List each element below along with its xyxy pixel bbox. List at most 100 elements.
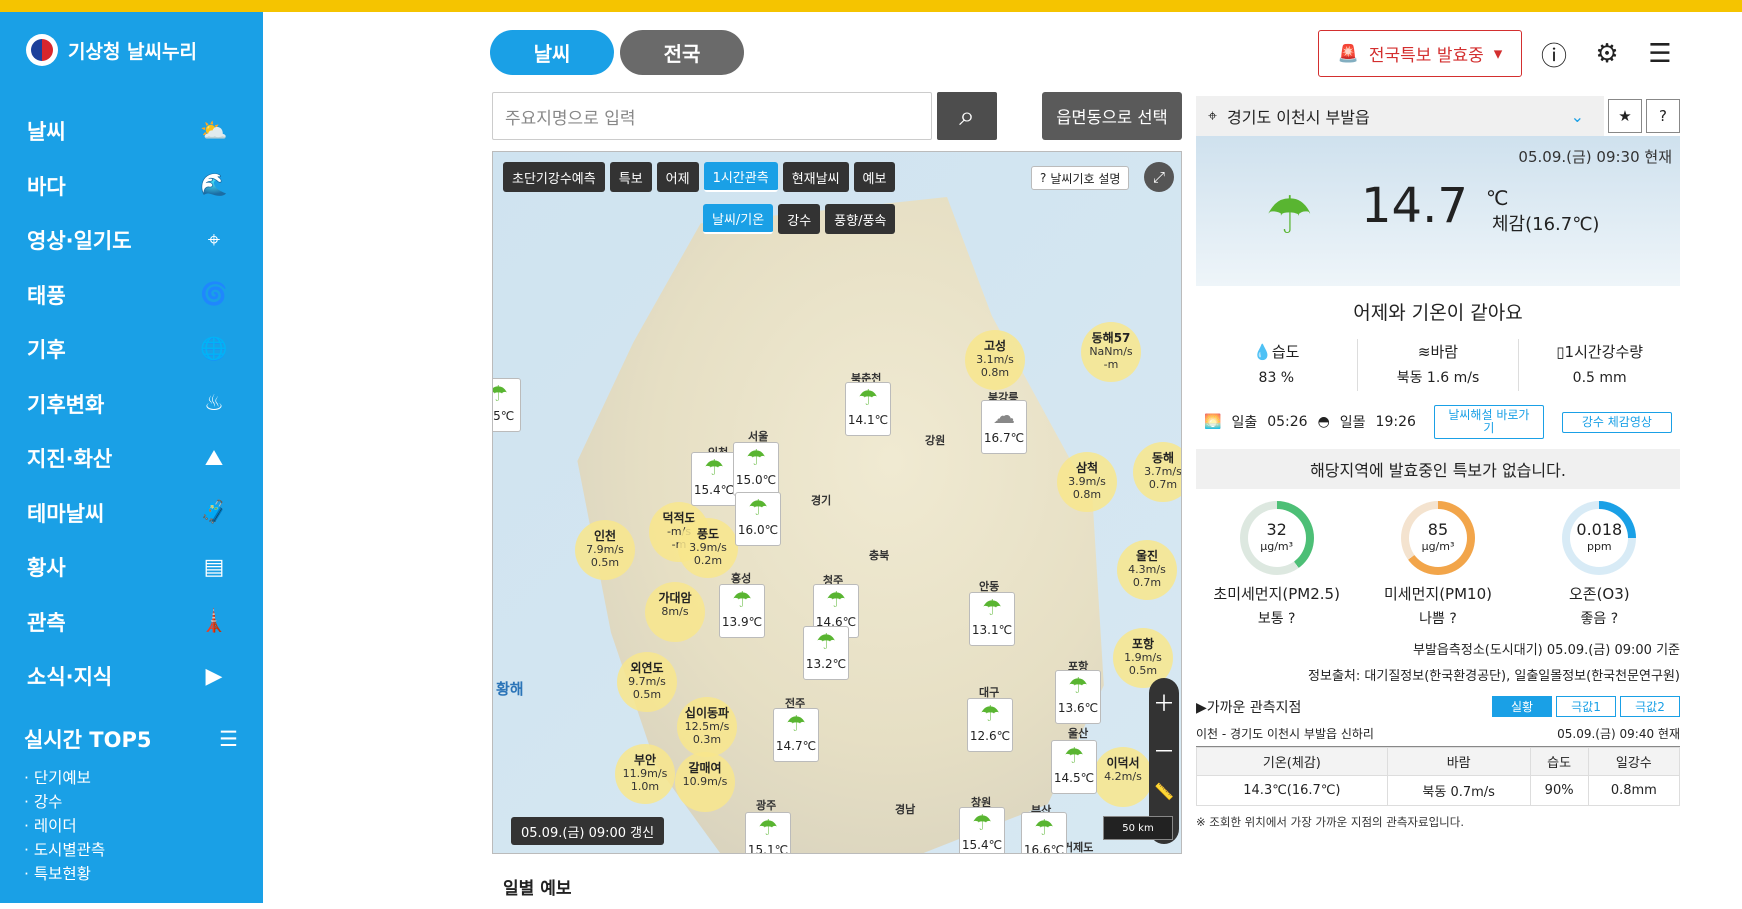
help-icon[interactable]: ?: [1449, 611, 1456, 627]
zoom-in-icon[interactable]: ＋: [1153, 686, 1175, 718]
sea-station[interactable]: 부안 11.9m/s 1.0m: [615, 744, 675, 804]
rain-video-button[interactable]: 강수 체감영상: [1561, 411, 1672, 433]
sea-station[interactable]: 울진 4.3m/s 0.7m: [1117, 540, 1177, 600]
sea-station[interactable]: 이덕서 4.2m/s: [1093, 747, 1153, 807]
obs-marker[interactable]: ☂1.5℃: [493, 378, 521, 432]
info-icon[interactable]: ⓘ: [1538, 38, 1570, 72]
obs-marker[interactable]: ☂ 14.1℃: [845, 382, 891, 436]
satellite-icon: ⌖: [207, 227, 221, 253]
help-icon[interactable]: ?: [1288, 611, 1295, 627]
map-subtab-rain[interactable]: 강수: [778, 204, 821, 234]
sea-station[interactable]: 가대암 8m/s: [645, 582, 705, 642]
marker-temp: 16.6℃: [1023, 843, 1065, 854]
sun-times: 🌅 일출 05:26 ◓ 일몰 19:26 날씨해설 바로가기 강수 체감영상: [1196, 405, 1680, 439]
tab-weather[interactable]: 날씨: [490, 30, 614, 75]
site-logo[interactable]: 기상청 날씨누리: [26, 34, 197, 66]
ruler-icon[interactable]: 📏: [1154, 782, 1174, 801]
top5-item[interactable]: · 도시별관측: [24, 838, 238, 862]
help-icon[interactable]: ?: [1646, 99, 1680, 133]
nav-item-weather[interactable]: 날씨 ⛅: [0, 104, 263, 159]
favorite-star-icon[interactable]: ★: [1608, 99, 1642, 133]
nav-item-climate[interactable]: 기후 🌐: [0, 322, 263, 377]
nav-item-dust[interactable]: 황사 ▤: [0, 540, 263, 595]
map-subtab-temp[interactable]: 날씨/기온: [703, 204, 774, 234]
map-tab-forecast[interactable]: 예보: [853, 162, 896, 192]
search-input[interactable]: 주요지명으로 입력: [492, 92, 932, 140]
umbrella-icon: ☂: [972, 811, 992, 836]
marker-temp: 15.0℃: [735, 473, 777, 487]
nav-item-typhoon[interactable]: 태풍 🌀: [0, 268, 263, 323]
obs-marker[interactable]: ☁ 16.7℃: [981, 400, 1027, 454]
region-select-button[interactable]: 읍면동으로 선택: [1042, 92, 1182, 140]
obs-marker[interactable]: ☂ 16.0℃: [735, 492, 781, 546]
sea-station[interactable]: 십이동파 12.5m/s 0.3m: [677, 697, 737, 757]
nationwide-alert-button[interactable]: 🚨 전국특보 발효중 ▾: [1318, 30, 1522, 77]
hamburger-menu-icon[interactable]: ☰: [1644, 38, 1676, 70]
obs-marker[interactable]: ☂ 15.4℃: [691, 452, 737, 506]
sea-station[interactable]: 동해57 NaNm/s -m: [1081, 322, 1141, 382]
map-subtab-wind[interactable]: 풍향/풍속: [825, 204, 896, 234]
sea-station[interactable]: 풍도 3.9m/s 0.2m: [678, 518, 738, 578]
obs-marker[interactable]: ☂ 13.1℃: [969, 592, 1015, 646]
nav-item-sea[interactable]: 바다 🌊: [0, 159, 263, 214]
update-time-badge: 05.09.(금) 09:00 갱신: [511, 817, 665, 845]
umbrella-icon: ☂: [786, 712, 806, 737]
obs-marker[interactable]: ☂ 14.5℃: [1051, 740, 1097, 794]
alert-label: 전국특보 발효중: [1368, 46, 1484, 66]
map-tabs: 초단기강수예측 특보 어제 1시간관측 현재날씨 예보: [503, 162, 896, 192]
zoom-out-icon[interactable]: －: [1153, 734, 1175, 766]
obs-marker[interactable]: ☂ 15.4℃: [959, 807, 1005, 853]
obs-marker[interactable]: ☂ 13.6℃: [1055, 670, 1101, 724]
nav-item-earthquake[interactable]: 지진·화산 ⛰: [0, 431, 263, 486]
top5-item[interactable]: · 레이더: [24, 814, 238, 838]
top5-item[interactable]: · 강수: [24, 790, 238, 814]
search-button[interactable]: ⌕: [937, 92, 997, 140]
obs-marker[interactable]: ☂ 15.1℃: [745, 812, 791, 853]
air-pm10[interactable]: 85 μg/m³ 미세먼지(PM10) 나쁨 ?: [1357, 501, 1518, 628]
map-tab-yesterday[interactable]: 어제: [656, 162, 699, 192]
obs-marker[interactable]: ☂ 12.6℃: [967, 698, 1013, 752]
top5-item[interactable]: · 단기예보: [24, 766, 238, 790]
obs-marker[interactable]: ☂ 16.6℃: [1021, 812, 1067, 854]
map-tab-nowcast[interactable]: 초단기강수예측: [503, 162, 605, 192]
sea-station[interactable]: 동해 3.7m/s 0.7m: [1133, 442, 1182, 502]
obs-marker[interactable]: ☂ 14.7℃: [773, 708, 819, 762]
gear-icon[interactable]: ⚙: [1591, 38, 1623, 70]
map-tab-warning[interactable]: 특보: [609, 162, 652, 192]
nav-item-observation[interactable]: 관측 🗼: [0, 595, 263, 650]
tab-extreme1[interactable]: 극값1: [1556, 696, 1616, 717]
station-wind: 3.7m/s: [1144, 465, 1182, 478]
sea-station[interactable]: 외연도 9.7m/s 0.5m: [617, 652, 677, 712]
legend-button[interactable]: ? 날씨기호 설명: [1031, 166, 1130, 190]
nav-item-theme[interactable]: 테마날씨 🧳: [0, 486, 263, 541]
map-tab-hourly-obs[interactable]: 1시간관측: [703, 162, 778, 192]
tab-extreme2[interactable]: 극값2: [1620, 696, 1680, 717]
nearby-station-header: ▶가까운 관측지점 실황 극값1 극값2: [1196, 696, 1680, 717]
sea-station[interactable]: 갈매여 10.9m/s: [675, 752, 735, 812]
tab-live[interactable]: 실황: [1492, 696, 1552, 717]
air-pm25[interactable]: 32 μg/m³ 초미세먼지(PM2.5) 보통 ?: [1196, 501, 1357, 628]
obs-marker[interactable]: ☂ 15.0℃: [733, 442, 779, 496]
nav-item-news[interactable]: 소식·지식 ▶: [0, 649, 263, 704]
external-link-icon[interactable]: ⤢: [1144, 162, 1174, 192]
weather-commentary-button[interactable]: 날씨해설 바로가기: [1433, 405, 1544, 439]
sea-station[interactable]: 고성 3.1m/s 0.8m: [965, 330, 1025, 390]
station-wind: 9.7m/s: [628, 675, 666, 688]
nav-item-climate-change[interactable]: 기후변화 ♨: [0, 377, 263, 432]
table-cell: 90%: [1529, 775, 1589, 806]
weather-map[interactable]: 초단기강수예측 특보 어제 1시간관측 현재날씨 예보 날씨/기온 강수 풍향/…: [492, 151, 1182, 854]
location-select[interactable]: ⌖ 경기도 이천시 부발읍 ⌄: [1196, 96, 1604, 136]
sea-station[interactable]: 삼척 3.9m/s 0.8m: [1057, 452, 1117, 512]
air-station: 부발읍측정소(도시대기) 05.09.(금) 09:00 기준: [1413, 643, 1680, 658]
nav-item-imagery[interactable]: 영상·일기도 ⌖: [0, 213, 263, 268]
station-wind: 3.1m/s: [976, 353, 1014, 366]
obs-marker[interactable]: ☂ 13.2℃: [803, 626, 849, 680]
tab-nation[interactable]: 전국: [620, 30, 744, 75]
map-tab-current[interactable]: 현재날씨: [782, 162, 849, 192]
obs-marker[interactable]: ☂ 13.9℃: [719, 584, 765, 638]
question-icon: ?: [1040, 171, 1047, 185]
sea-station[interactable]: 인천 7.9m/s 0.5m: [575, 520, 635, 580]
help-icon[interactable]: ?: [1611, 611, 1618, 627]
air-ozone[interactable]: 0.018 ppm 오존(O3) 좋음 ?: [1519, 501, 1680, 628]
top5-item[interactable]: · 특보현황: [24, 862, 238, 886]
